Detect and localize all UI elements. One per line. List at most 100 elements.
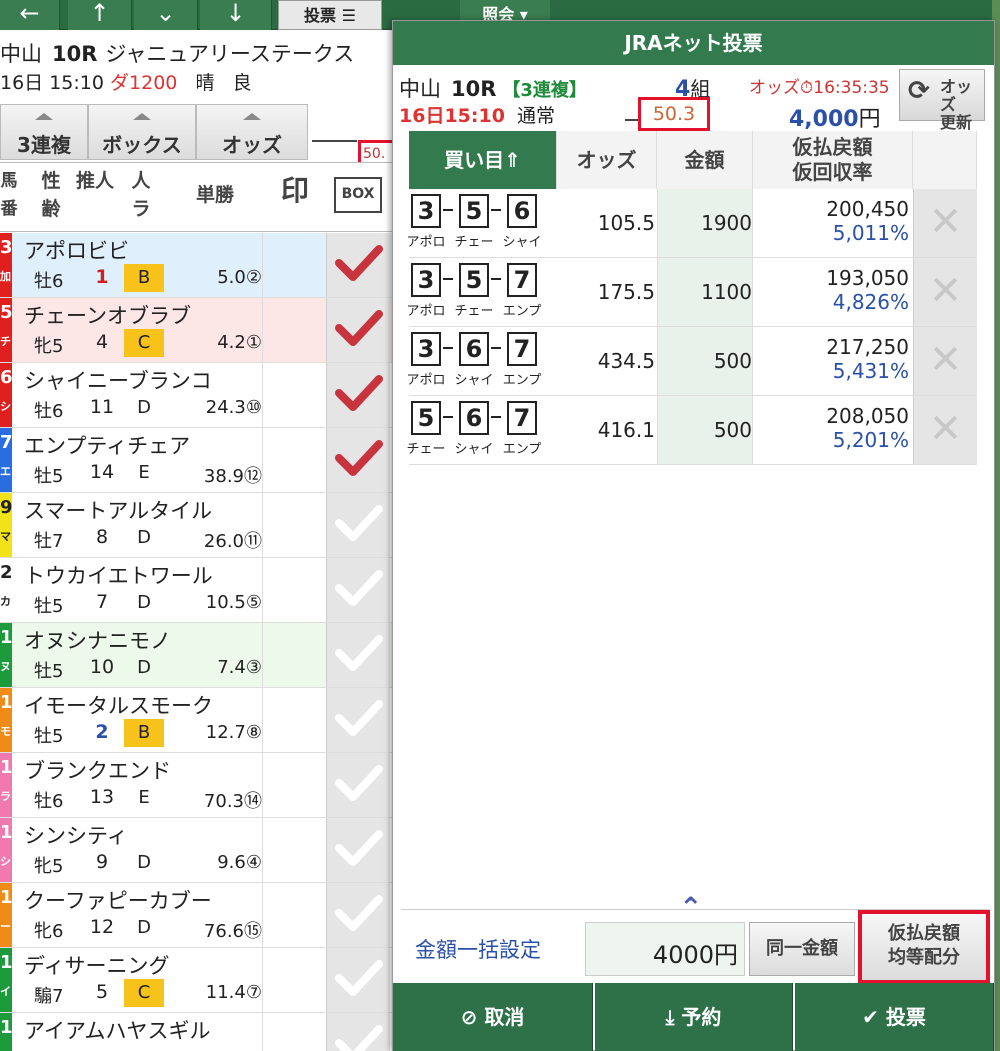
reserve-button[interactable]: ⤓ 予約 [595, 983, 793, 1051]
app-root: ← ↑ ⌄ ↓ 投票 ☰ 照会 ▾ 中山 10R ジャニュアリーステークス 16日 … [0, 0, 1000, 1051]
horse-mark-cell[interactable] [262, 493, 326, 557]
even-distribution-button[interactable]: 仮払戻額 均等配分 [858, 910, 990, 984]
horse-mark-cell[interactable] [262, 298, 326, 362]
delete-bet-button[interactable]: ✕ [913, 189, 977, 257]
combo-number: 6 [507, 194, 537, 228]
horse-row[interactable]: 11 アイアムハヤスギル [0, 1013, 392, 1051]
horse-row[interactable]: 5 チェチェーンオブラブ牝5 4C 4.2① [0, 298, 392, 363]
horse-row[interactable]: 6 シャイ シャイニーブランコ牡6 11 D 24.3⑩ [0, 363, 392, 428]
vote-label: 投票 [885, 1005, 926, 1029]
box-checkbox[interactable] [326, 688, 390, 752]
horse-mark-cell[interactable] [262, 558, 326, 622]
odds-update-button[interactable]: ⟳ オッズ 更新 [899, 69, 985, 132]
horse-win-odds: 26.0⑪ [203, 531, 262, 552]
modal-race-number: 10R [451, 77, 497, 101]
check-icon [335, 700, 383, 736]
same-amount-button[interactable]: 同一金額 [749, 922, 855, 976]
horse-mark-cell[interactable] [262, 363, 326, 427]
bet-amount-input[interactable]: 500 [657, 327, 753, 395]
box-checkbox[interactable] [326, 818, 390, 882]
combo-horse-abbr: アポロ [406, 235, 446, 250]
horse-row[interactable]: 12 イサディサーニング騸7 5C 11.4⑦ [0, 948, 392, 1013]
horse-mark-cell[interactable] [262, 948, 326, 1012]
horse-number: 9 [0, 497, 12, 518]
box-checkbox[interactable] [326, 298, 390, 362]
bet-odds: 416.1 [597, 418, 655, 442]
horse-name: シャイニーブランコ [24, 369, 212, 393]
bet-row: 3 アポロ 5 チェー 7 エンプ 175.5 1100 193,050 4,826% ✕ [406, 258, 977, 327]
track-condition: 良 [232, 72, 252, 94]
delete-bet-button[interactable]: ✕ [913, 258, 977, 326]
bet-return: 193,050 4,826% [755, 266, 909, 314]
cancel-label: 取消 [484, 1005, 525, 1029]
box-checkbox[interactable] [326, 883, 390, 947]
horse-row[interactable]: 15 シシシンシティ牝5 9 D 9.6④ [0, 818, 392, 883]
horse-row[interactable]: 10 ヌシオヌシナニモノ牡5 10 D 7.4③ [0, 623, 392, 688]
submit-vote-button[interactable]: ✔ 投票 [795, 983, 994, 1051]
bet-amount-input[interactable]: 1100 [657, 258, 753, 326]
box-checkbox[interactable] [326, 1013, 390, 1051]
odds-time: オッズ⏱16:35:35 [749, 73, 890, 98]
tab-sanrenpuku[interactable]: 3連複 [0, 104, 88, 160]
bet-amount-input[interactable]: 500 [657, 396, 753, 464]
bulk-amount-input[interactable]: 4000円 [585, 922, 745, 976]
box-checkbox[interactable] [326, 558, 390, 622]
box-checkbox[interactable] [326, 948, 390, 1012]
up-arrow-icon[interactable]: ↑ [68, 0, 132, 30]
horse-row[interactable]: 9 マースマートアルタイル牡7 8 D 26.0⑪ [0, 493, 392, 558]
horse-row[interactable]: 14 ーフクーファピーカブー牝6 12 D 76.6⑮ [0, 883, 392, 948]
sort-buy-header[interactable]: 買い目⇑ [409, 131, 557, 189]
horse-mark-cell[interactable] [262, 818, 326, 882]
delete-bet-button[interactable]: ✕ [913, 327, 977, 395]
back-arrow-icon[interactable]: ← [0, 0, 60, 30]
horse-row[interactable]: 7 エンプ エンプティチェア牡5 14 E 38.9⑫ [0, 428, 392, 493]
modal-bet-type: 【3連複】 [502, 80, 587, 101]
horse-mark-cell[interactable] [262, 1013, 326, 1051]
horse-mark-cell[interactable] [262, 428, 326, 492]
horse-mark-cell[interactable] [262, 883, 326, 947]
horse-rank: D [137, 592, 151, 613]
combo-horse-abbr: アポロ [406, 304, 446, 319]
horse-number-badge: 14 ーフ [0, 883, 12, 947]
bet-amount: 1100 [701, 280, 752, 304]
down-arrow-icon[interactable]: ↓ [200, 0, 272, 30]
bet-return-amount: 208,050 [826, 404, 909, 428]
horse-sex-age: 牡5 [34, 661, 64, 682]
horse-mark-cell[interactable] [262, 623, 326, 687]
horse-mark-cell[interactable] [262, 753, 326, 817]
horse-name: クーファピーカブー [24, 889, 212, 913]
vote-button[interactable]: 投票 ☰ [278, 0, 382, 30]
horse-code: ーフ [0, 920, 11, 933]
horse-row[interactable]: 2 カトウカイエトワール 牡5 7 D 10.5⑤ [0, 558, 392, 623]
box-checkbox[interactable] [326, 753, 390, 817]
horse-row[interactable]: 13 モーイモータルスモーク牡5 2B 12.7⑧ [0, 688, 392, 753]
bet-odds: 434.5 [597, 349, 655, 373]
box-checkbox[interactable] [326, 233, 390, 297]
bet-amount-input[interactable]: 1900 [657, 189, 753, 257]
horse-recommend: 10 [89, 656, 115, 678]
horse-row[interactable]: 3 加アポロビビ 牡6 1 B 5.0② [0, 233, 392, 298]
header-mark[interactable]: 印 [264, 177, 326, 205]
box-checkbox[interactable] [326, 363, 390, 427]
combo-horse-abbr: チェー [454, 235, 494, 250]
horse-mark-cell[interactable] [262, 233, 326, 297]
combo-horse-abbr: チェー [454, 304, 494, 319]
horse-number-badge: 13 モー [0, 688, 12, 752]
cancel-button[interactable]: ⊘ 取消 [393, 983, 593, 1051]
horse-sex-age: 牡5 [34, 596, 64, 617]
box-checkbox[interactable] [326, 493, 390, 557]
horse-row[interactable]: 16 ランブランクエンド牡6 13 E 70.3⑭ [0, 753, 392, 818]
box-checkbox[interactable] [326, 623, 390, 687]
horse-recommend: 14 [89, 461, 115, 483]
chevron-down-icon[interactable]: ⌄ [134, 0, 198, 30]
horse-code: シシ [0, 855, 11, 868]
horse-rank: C [124, 329, 164, 357]
horse-number-badge: 3加 [0, 233, 12, 297]
tab-odds[interactable]: オッズ [196, 104, 308, 160]
header-box-toggle[interactable]: BOX [334, 177, 382, 213]
box-checkbox[interactable] [326, 428, 390, 492]
tab-box[interactable]: ボックス [88, 104, 196, 160]
check-icon: ✔ [862, 1005, 879, 1029]
horse-mark-cell[interactable] [262, 688, 326, 752]
delete-bet-button[interactable]: ✕ [913, 396, 977, 464]
